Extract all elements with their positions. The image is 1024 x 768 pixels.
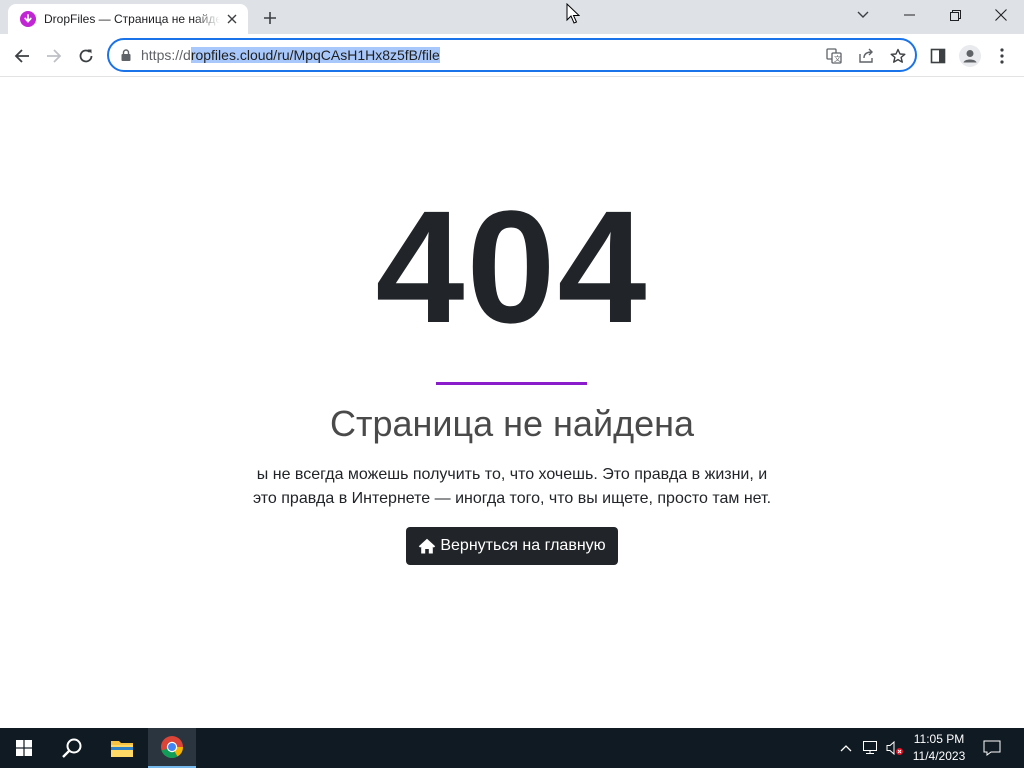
tab-search-icon[interactable] xyxy=(850,4,876,26)
forward-icon[interactable] xyxy=(40,42,68,70)
mouse-cursor-icon xyxy=(566,3,580,24)
error-description: ы не всегда можешь получить то, что хоче… xyxy=(212,463,812,511)
url-text[interactable]: https://dropfiles.cloud/ru/MpqCAsH1Hx8z5… xyxy=(141,47,440,63)
lock-icon[interactable] xyxy=(121,49,131,61)
share-icon[interactable] xyxy=(855,46,877,66)
heading-divider xyxy=(436,382,587,385)
restore-icon[interactable] xyxy=(932,0,978,30)
reload-icon[interactable] xyxy=(72,42,100,70)
svg-text:文: 文 xyxy=(834,54,841,63)
clock-time: 11:05 PM xyxy=(913,732,965,746)
browser-toolbar: https://dropfiles.cloud/ru/MpqCAsH1Hx8z5… xyxy=(0,34,1024,77)
url-selection: ropfiles.cloud/ru/MpqCAsH1Hx8z5fB/file xyxy=(190,47,440,63)
page-content: 404 Страница не найдена ы не всегда може… xyxy=(0,77,1024,728)
back-icon[interactable] xyxy=(8,42,36,70)
profile-icon[interactable] xyxy=(956,42,984,70)
dropfiles-favicon xyxy=(20,11,36,27)
back-home-button[interactable]: Вернуться на главную xyxy=(406,527,618,565)
system-clock[interactable]: 11:05 PM 11/4/2023 xyxy=(906,731,972,765)
minimize-icon[interactable] xyxy=(886,0,932,30)
address-bar[interactable]: https://dropfiles.cloud/ru/MpqCAsH1Hx8z5… xyxy=(107,38,917,72)
taskbar: 11:05 PM 11/4/2023 xyxy=(0,728,1024,768)
clock-date: 11/4/2023 xyxy=(912,749,966,763)
windows-start-icon[interactable] xyxy=(0,728,48,768)
url-prefix: https://d xyxy=(141,47,191,63)
volume-muted-icon[interactable] xyxy=(884,728,906,768)
tab-close-icon[interactable] xyxy=(224,11,240,27)
translate-icon[interactable]: 文 xyxy=(823,46,845,66)
chevron-up-icon[interactable] xyxy=(836,728,856,768)
notification-icon[interactable] xyxy=(978,728,1006,768)
bookmark-star-icon[interactable] xyxy=(887,46,909,66)
close-icon[interactable] xyxy=(978,0,1024,30)
chrome-icon[interactable] xyxy=(148,728,196,768)
tab-strip: DropFiles — Страница не найдена xyxy=(0,0,1024,34)
tab-title: DropFiles — Страница не найдена xyxy=(44,12,220,26)
back-home-label: Вернуться на главную xyxy=(440,537,606,554)
error-code: 404 xyxy=(375,177,649,356)
description-line-1: ы не всегда можешь получить то, что хоче… xyxy=(256,466,768,483)
browser-tab[interactable]: DropFiles — Страница не найдена xyxy=(8,4,248,34)
new-tab-icon[interactable] xyxy=(258,6,282,30)
home-icon xyxy=(418,538,436,554)
description-line-2: это правда в Интернете — иногда того, чт… xyxy=(252,490,772,507)
file-explorer-icon[interactable] xyxy=(98,728,146,768)
side-panel-icon[interactable] xyxy=(924,42,952,70)
page-title: Страница не найдена xyxy=(329,403,694,444)
search-icon[interactable] xyxy=(48,728,96,768)
menu-icon[interactable] xyxy=(988,42,1016,70)
network-icon[interactable] xyxy=(860,728,882,768)
